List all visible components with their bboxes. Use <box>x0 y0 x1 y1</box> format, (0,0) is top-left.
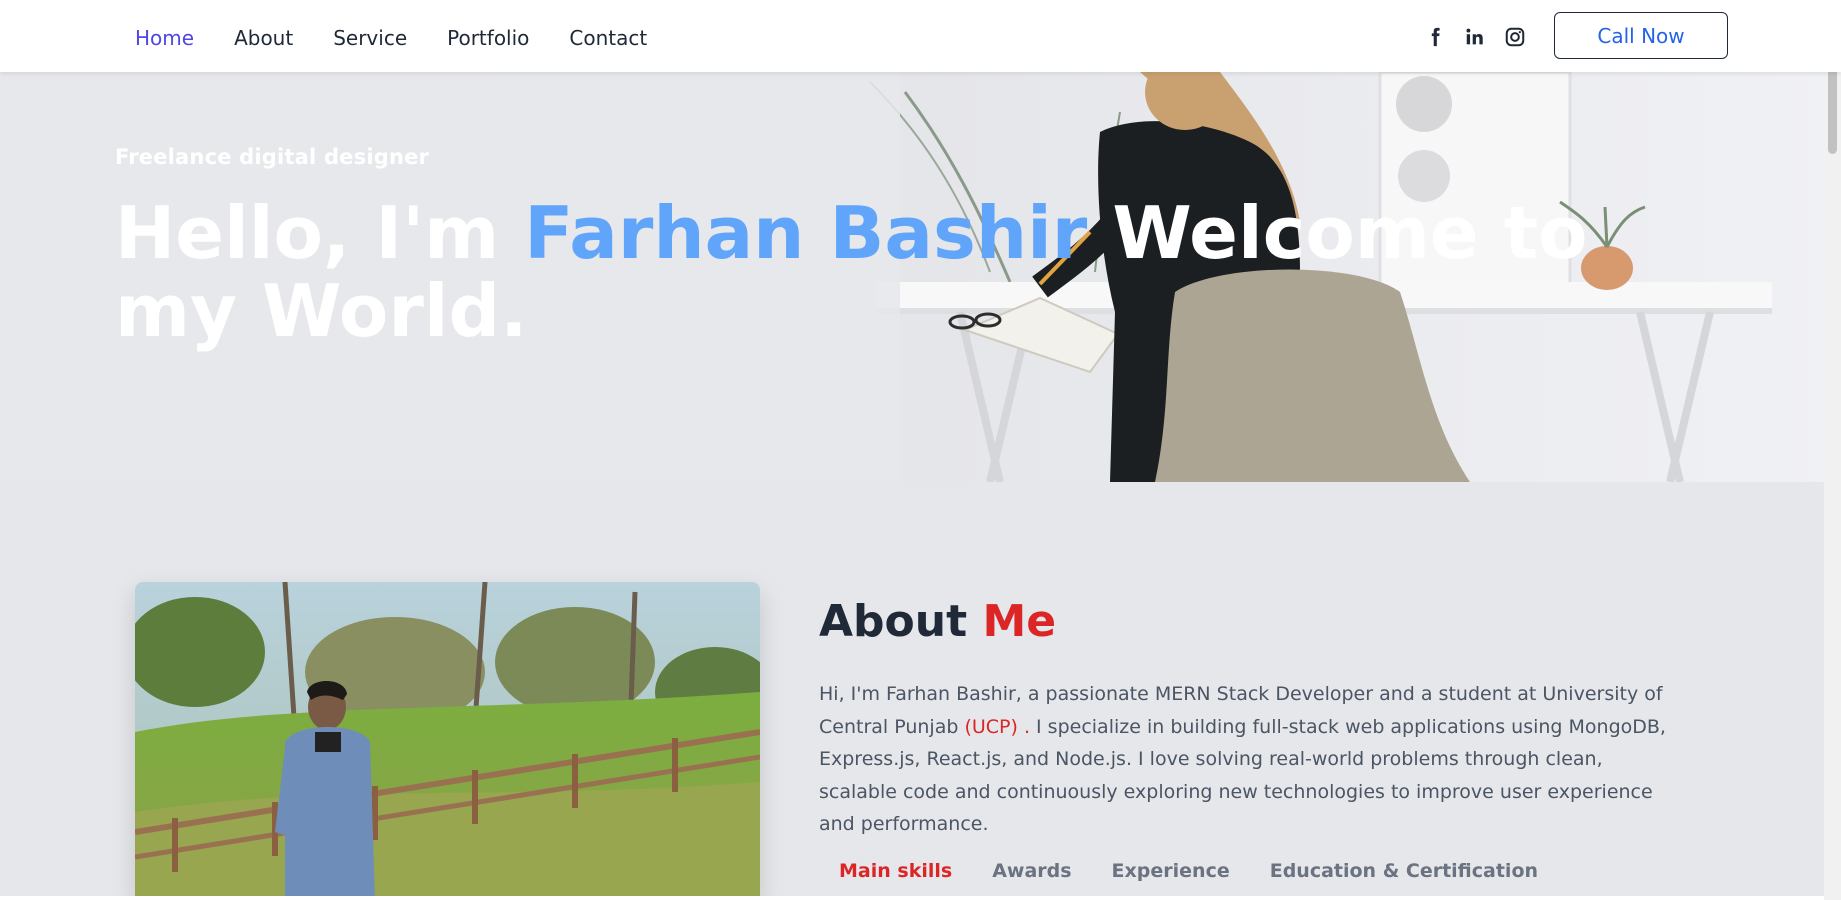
about-title-accent: Me <box>982 596 1057 647</box>
instagram-icon[interactable] <box>1502 24 1528 50</box>
hero-title-prefix: Hello, I'm <box>115 191 525 275</box>
hero-subtitle: Freelance digital designer <box>115 145 430 169</box>
linkedin-icon[interactable] <box>1462 24 1488 50</box>
nav-home-link[interactable]: Home <box>135 26 194 50</box>
nav-service-link[interactable]: Service <box>333 26 407 50</box>
social-links <box>1422 24 1542 50</box>
hero-section: Freelance digital designer Hello, I'm Fa… <box>0 72 1841 482</box>
call-now-button[interactable]: Call Now <box>1554 12 1728 59</box>
about-text-ucp: (UCP) . <box>964 715 1030 738</box>
top-navbar: Home About Service Portfolio Contact Cal… <box>0 0 1841 72</box>
about-tabs: Main skills Awards Experience Education … <box>839 860 1578 882</box>
bottom-edge <box>0 896 1824 900</box>
tab-main-skills[interactable]: Main skills <box>839 860 952 882</box>
page-scrollbar[interactable] <box>1824 0 1841 900</box>
nav-contact-link[interactable]: Contact <box>569 26 647 50</box>
tab-awards[interactable]: Awards <box>992 860 1071 882</box>
tab-experience[interactable]: Experience <box>1112 860 1230 882</box>
hero-heading: Hello, I'm Farhan Bashir Welcome to my W… <box>115 194 1615 350</box>
main-nav: Home About Service Portfolio Contact <box>135 0 687 75</box>
about-title-main: About <box>819 596 983 647</box>
nav-about-link[interactable]: About <box>234 26 293 50</box>
nav-portfolio-link[interactable]: Portfolio <box>447 26 529 50</box>
facebook-icon[interactable] <box>1422 24 1448 50</box>
tab-education-certification[interactable]: Education & Certification <box>1270 860 1538 882</box>
about-description: Hi, I'm Farhan Bashir, a passionate MERN… <box>819 678 1669 841</box>
about-profile-photo <box>135 582 760 900</box>
hero-title-name: Farhan Bashir <box>524 191 1088 275</box>
about-heading: About Me <box>819 596 1056 647</box>
